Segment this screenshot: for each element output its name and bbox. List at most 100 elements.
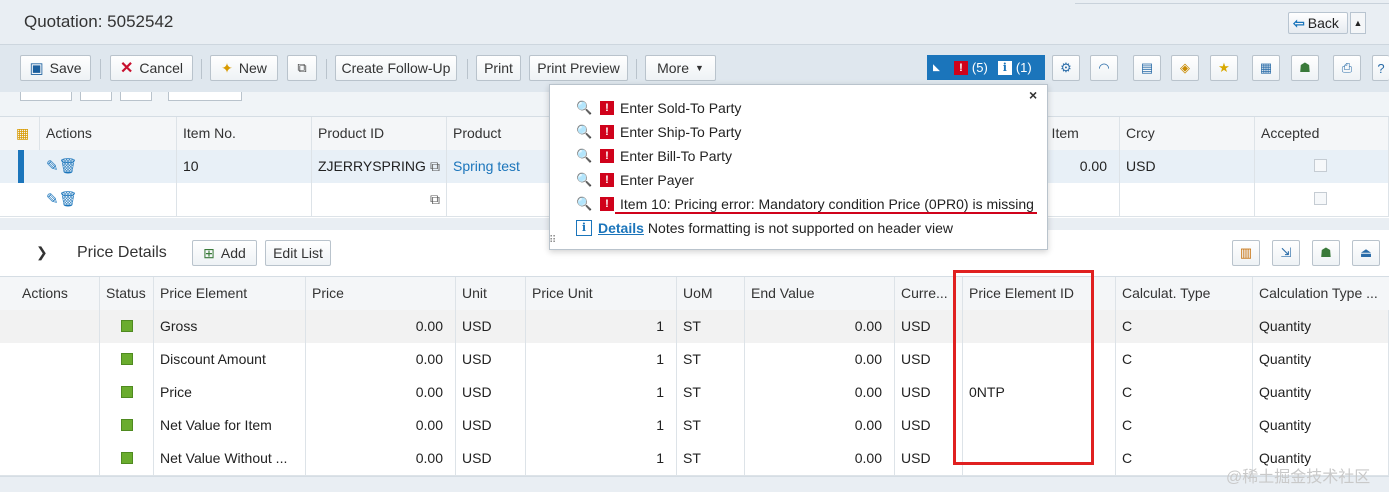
column-header-uom[interactable]: UoM	[677, 277, 745, 311]
column-header-item-no[interactable]: Item No.	[177, 117, 312, 150]
personalize-button[interactable]: ☗	[1291, 55, 1319, 81]
document-icon: ▦	[1259, 60, 1273, 75]
more-button[interactable]: More ▼	[645, 55, 716, 81]
column-header-accepted[interactable]: Accepted	[1255, 117, 1389, 150]
message-item[interactable]: 🔍! Enter Sold-To Party	[576, 97, 741, 119]
product-id-cell[interactable]: ⧉	[312, 183, 447, 216]
back-button[interactable]: ⇦ Back	[1288, 12, 1348, 34]
calculation-type-cell: C	[1116, 310, 1253, 343]
price-element-cell: Net Value for Item	[154, 409, 306, 442]
star-add-icon: ★	[1218, 60, 1230, 75]
details-text: Notes formatting is not supported on hea…	[647, 220, 953, 236]
help-button[interactable]: ?	[1372, 55, 1389, 81]
stub-button[interactable]	[120, 92, 152, 101]
navigate-magnifier-icon[interactable]: 🔍	[576, 196, 594, 212]
column-header-calculation-type-desc[interactable]: Calculation Type ...	[1253, 277, 1389, 311]
cancel-x-icon: ✕	[120, 60, 134, 77]
table-row[interactable]: Discount Amount 0.00 USD 1 ST 0.00 USD C Quantit…	[0, 343, 1389, 377]
table-row[interactable]: Net Value for Item 0.00 USD 1 ST 0.00 USD C Quan…	[0, 409, 1389, 443]
error-icon: !	[600, 125, 614, 139]
document-button[interactable]: ▦	[1252, 55, 1280, 81]
message-item[interactable]: 🔍! Enter Bill-To Party	[576, 145, 732, 167]
trash-icon[interactable]: 🗑	[59, 191, 78, 208]
printer-button[interactable]: ⎙	[1333, 55, 1361, 81]
collapse-chevron-icon[interactable]: ❯	[36, 244, 48, 261]
stub-button[interactable]	[20, 92, 72, 101]
table-settings-icon[interactable]: ▦	[0, 117, 40, 150]
price-element-cell: Price	[154, 376, 306, 409]
value-help-icon[interactable]: ⧉	[430, 183, 440, 215]
end-value-cell: 0.00	[745, 310, 895, 343]
navigate-magnifier-icon[interactable]: 🔍	[576, 148, 594, 164]
favorite-button[interactable]: ★	[1210, 55, 1238, 81]
table-row[interactable]: Gross 0.00 USD 1 ST 0.00 USD C Quantity	[0, 310, 1389, 344]
close-icon[interactable]: ×	[1029, 87, 1037, 103]
edit-icon[interactable]: ✎	[46, 191, 59, 208]
unit-cell: USD	[456, 310, 526, 343]
unit-cell: USD	[456, 343, 526, 376]
help-icon: ?	[1377, 60, 1385, 76]
edit-list-button[interactable]: Edit List	[265, 240, 331, 266]
navigate-magnifier-icon[interactable]: 🔍	[576, 124, 594, 140]
cancel-button[interactable]: ✕ Cancel	[110, 55, 193, 81]
navigate-magnifier-icon[interactable]: 🔍	[576, 172, 594, 188]
new-button[interactable]: ✦ New	[210, 55, 278, 81]
edit-icon[interactable]: ✎	[46, 158, 59, 175]
column-header-currency[interactable]: Crcy	[1120, 117, 1255, 150]
top-divider	[1075, 0, 1389, 4]
unit-cell: USD	[456, 409, 526, 442]
save-button[interactable]: ▣ Save	[20, 55, 91, 81]
message-text: Enter Bill-To Party	[620, 148, 733, 164]
status-ok-icon	[121, 419, 133, 431]
price-unit-cell: 1	[526, 442, 677, 475]
export-button[interactable]: ⇲	[1272, 240, 1300, 266]
column-header-price-unit[interactable]: Price Unit	[526, 277, 677, 311]
print-preview-button[interactable]: Print Preview	[529, 55, 628, 81]
accepted-checkbox[interactable]	[1314, 159, 1327, 172]
accepted-checkbox[interactable]	[1314, 192, 1327, 205]
table-row[interactable]: Net Value Without ... 0.00 USD 1 ST 0.00 USD C Q…	[0, 442, 1389, 476]
message-text: Enter Sold-To Party	[620, 100, 742, 116]
uom-cell: ST	[677, 442, 745, 475]
details-link[interactable]: Details	[598, 220, 644, 236]
create-follow-up-button[interactable]: Create Follow-Up	[335, 55, 457, 81]
copy-button[interactable]: ⧉	[287, 55, 317, 81]
page-settings-button[interactable]: ▤	[1133, 55, 1161, 81]
column-header-end-value[interactable]: End Value	[745, 277, 895, 311]
stub-button[interactable]	[168, 92, 242, 101]
personalize-table-button[interactable]: ☗	[1312, 240, 1340, 266]
message-indicator[interactable]: ◣ ! (5) i (1)	[927, 55, 1045, 80]
resize-handle-icon[interactable]: ⠿	[549, 235, 556, 246]
settings-button[interactable]: ⚙	[1052, 55, 1080, 81]
table-row[interactable]: Price 0.00 USD 1 ST 0.00 USD 0NTP C Quantity	[0, 376, 1389, 410]
message-item[interactable]: 🔍! Enter Payer	[576, 169, 694, 191]
tag-button[interactable]: ◈	[1171, 55, 1199, 81]
value-help-icon[interactable]: ⧉	[430, 150, 440, 182]
price-cell: 0.00	[306, 409, 456, 442]
column-header-net-value-item[interactable]: r Item	[1037, 117, 1120, 150]
row-actions-cell	[0, 376, 100, 409]
column-header-price[interactable]: Price	[306, 277, 456, 311]
message-item[interactable]: 🔍! Enter Ship-To Party	[576, 121, 741, 143]
stub-button[interactable]	[80, 92, 112, 101]
status-ok-icon	[121, 353, 133, 365]
navigate-magnifier-icon[interactable]: 🔍	[576, 100, 594, 116]
chart-button[interactable]: ▥	[1232, 240, 1260, 266]
rss-button[interactable]: ◠	[1090, 55, 1118, 81]
column-header-product-id[interactable]: Product ID	[312, 117, 447, 150]
column-header-calculation-type[interactable]: Calculat. Type	[1116, 277, 1253, 311]
item-no-cell[interactable]	[177, 183, 312, 216]
back-dropdown-button[interactable]: ▲	[1350, 12, 1366, 34]
scroll-top-button[interactable]: ⏏	[1352, 240, 1380, 266]
add-button[interactable]: ⊞ Add	[192, 240, 257, 266]
status-ok-icon	[121, 320, 133, 332]
print-button[interactable]: Print	[476, 55, 521, 81]
column-header-price-element[interactable]: Price Element	[154, 277, 306, 311]
column-header-unit[interactable]: Unit	[456, 277, 526, 311]
calculation-type-cell: C	[1116, 409, 1253, 442]
add-icon: ⊞	[203, 244, 215, 261]
column-header-status[interactable]: Status	[100, 277, 154, 311]
price-element-cell: Discount Amount	[154, 343, 306, 376]
trash-icon[interactable]: 🗑	[59, 158, 78, 175]
product-id-cell[interactable]: ZJERRYSPRING ⧉	[312, 150, 447, 183]
